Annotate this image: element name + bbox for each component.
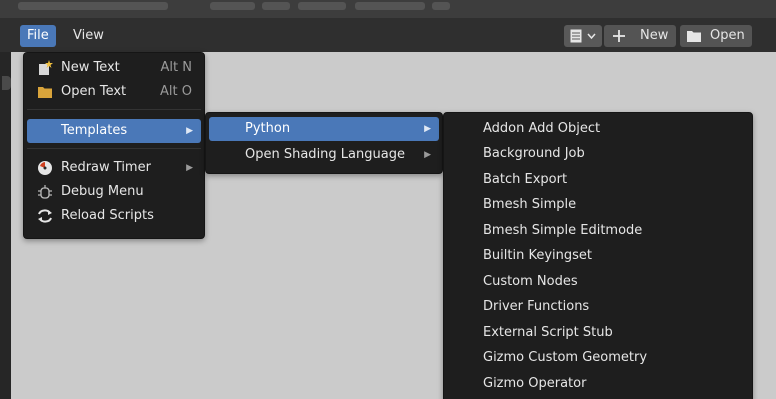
menu-item-debug-menu[interactable]: Debug Menu: [27, 180, 201, 204]
menu-item-new-text[interactable]: New Text Alt N: [27, 56, 201, 80]
reload-icon: [38, 209, 52, 223]
template-item-label: Batch Export: [483, 172, 568, 187]
menu-separator: [27, 148, 201, 149]
text-editor-window: File View New Open New Text Alt N Open T…: [0, 0, 776, 399]
document-icon: [570, 29, 582, 43]
file-menu: New Text Alt N Open Text Alt O Templates…: [23, 52, 205, 239]
menu-item-redraw-timer[interactable]: Redraw Timer ▶: [27, 156, 201, 180]
menu-item-python[interactable]: Python ▶: [209, 117, 439, 141]
menu-item-open-text[interactable]: Open Text Alt O: [27, 80, 201, 104]
submenu-arrow-icon: ▶: [186, 163, 193, 173]
template-item[interactable]: External Script Stub: [447, 321, 749, 345]
folder-icon: [687, 31, 701, 42]
template-item[interactable]: Gizmo Custom Geometry: [447, 346, 749, 370]
template-item-label: Gizmo Custom Geometry: [483, 350, 648, 365]
left-gutter: [0, 52, 11, 399]
open-text-button-label: Open: [710, 28, 745, 43]
open-text-button[interactable]: Open: [680, 25, 752, 47]
toolbar-button-group[interactable]: [18, 2, 168, 10]
text-datablock-selector[interactable]: [564, 25, 602, 47]
template-item-label: External Script Stub: [483, 325, 613, 340]
menu-item-label: Python: [245, 121, 291, 136]
menu-item-open-shading-language[interactable]: Open Shading Language ▶: [209, 143, 439, 167]
top-toolbar-strip: [0, 0, 776, 18]
template-item-label: Bmesh Simple: [483, 197, 577, 212]
shortcut-label: Alt N: [160, 60, 192, 75]
new-text-button[interactable]: New: [604, 25, 676, 47]
chevron-down-icon: [587, 33, 596, 39]
template-item[interactable]: Batch Export: [447, 168, 749, 192]
plus-icon: [613, 30, 625, 42]
menu-item-reload-scripts[interactable]: Reload Scripts: [27, 204, 201, 228]
menu-item-label: Templates: [61, 123, 128, 138]
submenu-arrow-icon: ▶: [186, 126, 193, 136]
template-item[interactable]: Gizmo Operator: [447, 372, 749, 396]
template-item-label: Background Job: [483, 146, 585, 161]
template-item[interactable]: Driver Functions: [447, 295, 749, 319]
python-templates-submenu: Addon Add Object Background Job Batch Ex…: [443, 112, 753, 399]
menu-item-label: Open Shading Language: [245, 147, 405, 162]
template-item-label: Driver Functions: [483, 299, 590, 314]
template-item[interactable]: Custom Nodes: [447, 270, 749, 294]
menu-item-label: New Text: [61, 60, 120, 75]
new-text-button-label: New: [640, 28, 669, 43]
template-item-label: Builtin Keyingset: [483, 248, 593, 263]
menu-item-templates[interactable]: Templates ▶: [27, 119, 201, 143]
menu-view-label: View: [73, 28, 104, 43]
template-item[interactable]: Background Job: [447, 142, 749, 166]
menu-file[interactable]: File: [20, 25, 56, 47]
new-document-icon: [39, 60, 53, 75]
toolbar-button[interactable]: [262, 2, 290, 10]
menu-separator: [27, 109, 201, 110]
menu-item-label: Open Text: [61, 84, 127, 99]
template-item[interactable]: Bmesh Simple Editmode: [447, 219, 749, 243]
menu-item-label: Reload Scripts: [61, 208, 154, 223]
template-item[interactable]: Addon Add Object: [447, 117, 749, 141]
template-item[interactable]: Bmesh Simple: [447, 193, 749, 217]
menu-view[interactable]: View: [66, 25, 111, 47]
menu-item-label: Redraw Timer: [61, 160, 151, 175]
submenu-arrow-icon: ▶: [424, 124, 431, 134]
toolbar-button[interactable]: [432, 2, 450, 10]
toolbar-button[interactable]: [210, 2, 255, 10]
toolbar-button[interactable]: [298, 2, 346, 10]
menu-item-label: Debug Menu: [61, 184, 144, 199]
template-item-label: Gizmo Operator: [483, 376, 587, 391]
debug-icon: [38, 185, 52, 199]
template-item-label: Addon Add Object: [483, 121, 601, 136]
template-item[interactable]: Builtin Keyingset: [447, 244, 749, 268]
templates-submenu: Python ▶ Open Shading Language ▶: [205, 112, 443, 174]
template-item-label: Bmesh Simple Editmode: [483, 223, 643, 238]
toolbar-button[interactable]: [355, 2, 425, 10]
shortcut-label: Alt O: [160, 84, 192, 99]
submenu-arrow-icon: ▶: [424, 150, 431, 160]
timer-icon: [38, 161, 52, 175]
folder-icon: [38, 87, 52, 98]
template-item-label: Custom Nodes: [483, 274, 578, 289]
menu-file-label: File: [27, 28, 49, 43]
sidebar-toggle[interactable]: [2, 76, 11, 90]
